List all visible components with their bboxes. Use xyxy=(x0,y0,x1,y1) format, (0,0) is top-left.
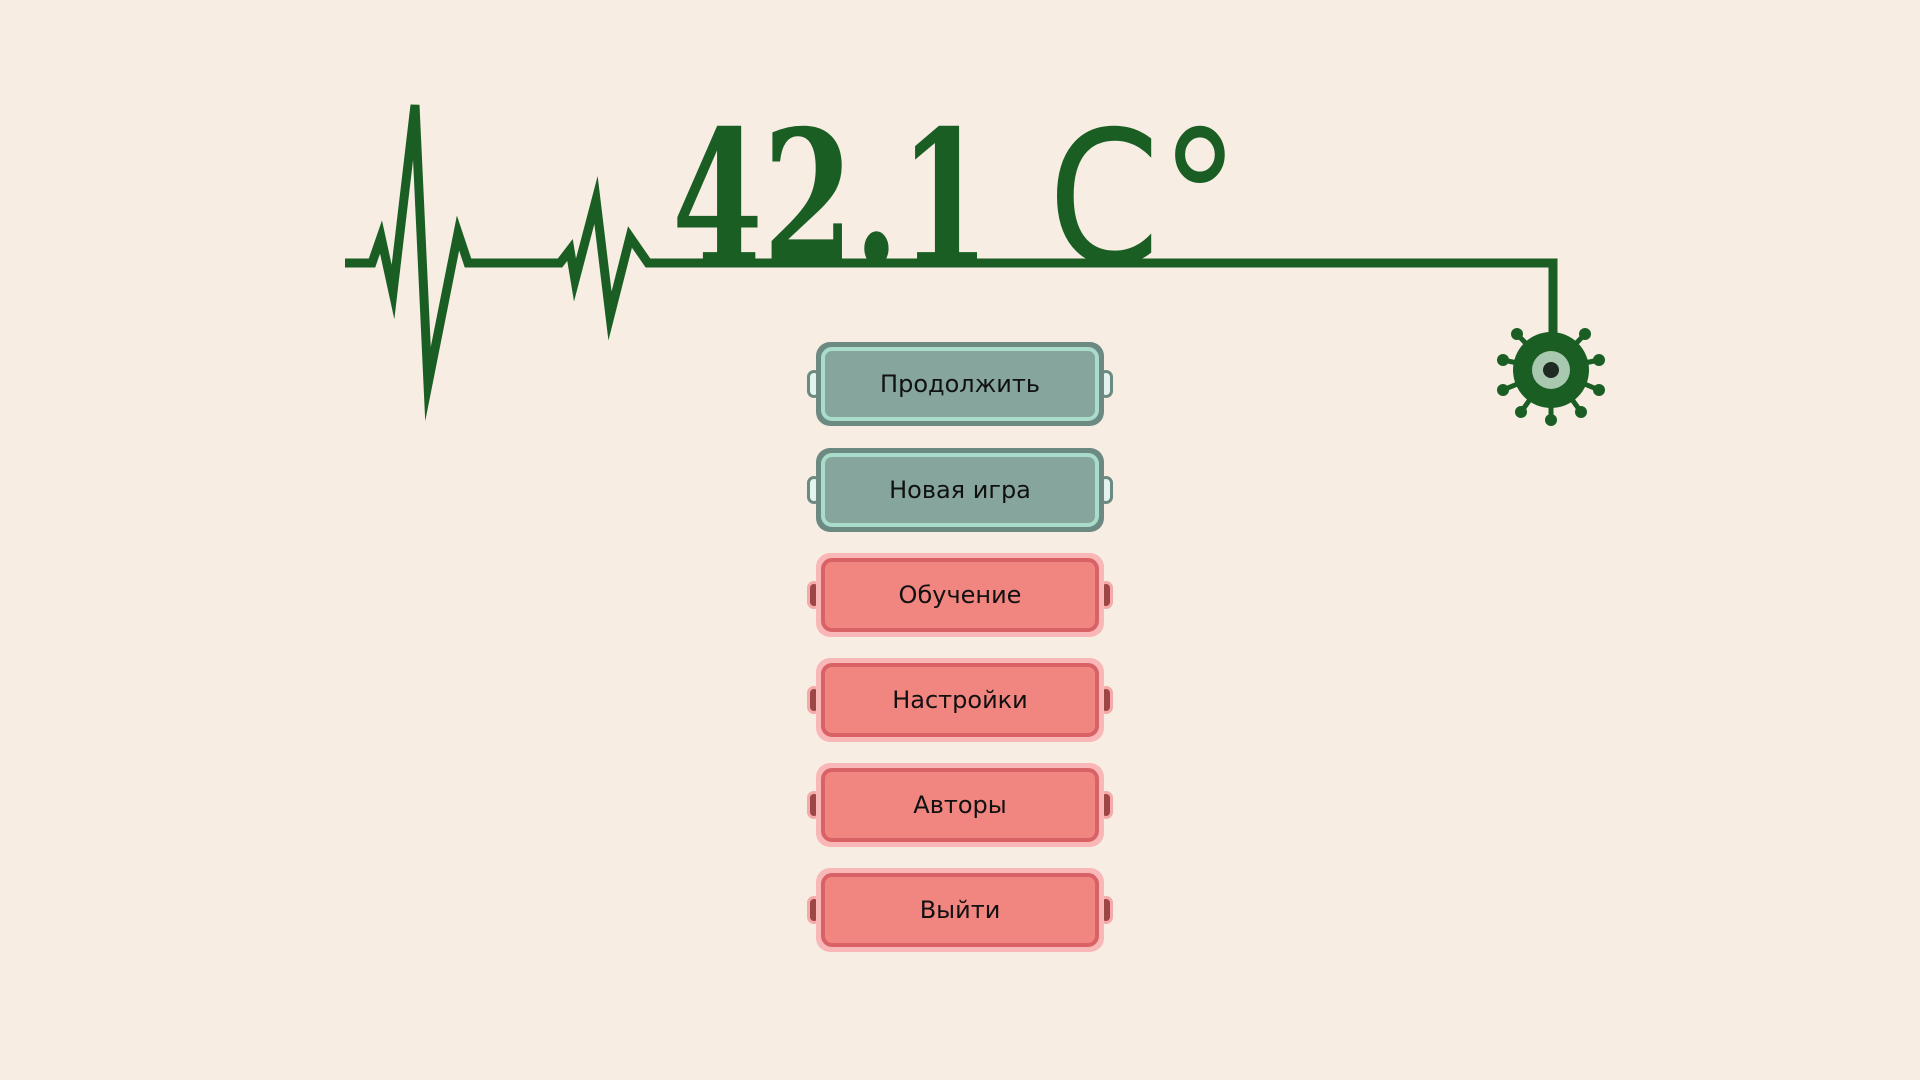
tutorial-button[interactable]: Обучение xyxy=(805,553,1115,637)
settings-button-label: Настройки xyxy=(892,686,1028,714)
continue-button-label: Продолжить xyxy=(880,370,1040,398)
tutorial-button-label: Обучение xyxy=(898,581,1022,609)
exit-button[interactable]: Выйти xyxy=(805,868,1115,952)
authors-button-label: Авторы xyxy=(913,791,1007,819)
exit-button-label: Выйти xyxy=(919,896,1001,924)
main-menu-screen: 42.1 C° Продолжить Новая игра Обучение Н… xyxy=(0,0,1920,1080)
temperature-value: 42.1 xyxy=(672,89,990,307)
new-game-button-label: Новая игра xyxy=(889,476,1031,504)
continue-button[interactable]: Продолжить xyxy=(805,342,1115,426)
authors-button[interactable]: Авторы xyxy=(805,763,1115,847)
settings-button[interactable]: Настройки xyxy=(805,658,1115,742)
temperature-unit: C° xyxy=(1048,91,1240,307)
virus-icon xyxy=(1497,319,1605,426)
new-game-button[interactable]: Новая игра xyxy=(805,448,1115,532)
